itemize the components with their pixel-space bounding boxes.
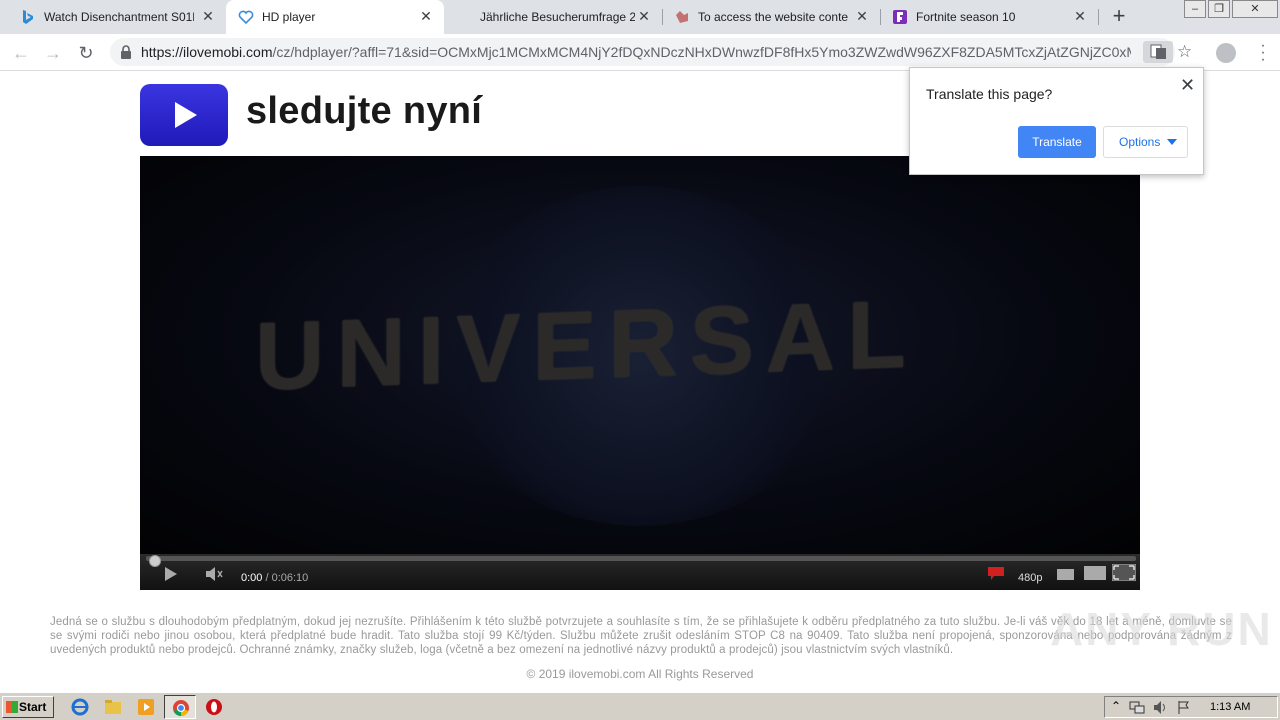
address-bar[interactable]: https://ilovemobi.com/cz/hdplayer/?affl=… bbox=[110, 38, 1175, 66]
close-tab-icon[interactable]: ✕ bbox=[200, 8, 216, 24]
browser-toolbar: ← → ↻ https://ilovemobi.com/cz/hdplayer/… bbox=[0, 34, 1280, 71]
progress-handle[interactable] bbox=[149, 555, 161, 567]
tab-title: Fortnite season 10 bbox=[916, 10, 1016, 24]
caret-down-icon bbox=[1167, 139, 1177, 145]
tab-besucherumfrage[interactable]: Jährliche Besucherumfrage 2019 ✕ bbox=[444, 0, 662, 34]
video-frame[interactable]: UNIVERSAL bbox=[140, 156, 1140, 554]
page-headline: sledujte nyní bbox=[246, 90, 483, 132]
close-tab-icon[interactable]: ✕ bbox=[1072, 8, 1088, 24]
internet-explorer-icon[interactable] bbox=[71, 698, 89, 716]
network-icon[interactable] bbox=[1129, 700, 1145, 715]
windows-flag-icon bbox=[6, 701, 18, 713]
system-clock[interactable]: 1:13 AM bbox=[1210, 701, 1250, 713]
tab-separator bbox=[1098, 9, 1099, 25]
video-brand-text: UNIVERSAL bbox=[255, 280, 918, 411]
fullscreen-icon[interactable] bbox=[1111, 563, 1137, 584]
close-tab-icon[interactable]: ✕ bbox=[854, 8, 870, 24]
translate-icon[interactable] bbox=[1143, 41, 1173, 63]
captions-icon[interactable] bbox=[988, 567, 1004, 583]
forward-button[interactable]: → bbox=[40, 40, 66, 66]
reload-button[interactable]: ↻ bbox=[73, 40, 99, 66]
opera-icon[interactable] bbox=[205, 698, 223, 716]
bookmark-star-icon[interactable]: ☆ bbox=[1177, 42, 1192, 62]
new-tab-button[interactable]: + bbox=[1108, 5, 1130, 28]
translate-button[interactable]: Translate bbox=[1018, 126, 1096, 158]
anyrun-watermark: ANY RUN bbox=[1050, 603, 1273, 655]
tab-hd-player[interactable]: HD player ✕ bbox=[226, 0, 444, 34]
tab-disenchantment[interactable]: Watch Disenchantment S01E11 ✕ bbox=[0, 0, 226, 34]
translate-question: Translate this page? bbox=[926, 86, 1053, 102]
minimize-button[interactable]: – bbox=[1184, 0, 1206, 18]
url-path: /cz/hdplayer/?affl=71&sid=OCMxMjc1MCMxMC… bbox=[272, 44, 1132, 60]
small-player-icon[interactable] bbox=[1057, 568, 1074, 583]
bing-icon bbox=[23, 10, 33, 24]
time-display: 0:00 / 0:06:10 bbox=[241, 572, 308, 584]
tab-title: Jährliche Besucherumfrage 2019 bbox=[480, 10, 635, 24]
media-player-icon[interactable] bbox=[137, 698, 155, 716]
fortnite-icon bbox=[893, 10, 907, 24]
puzzle-icon bbox=[676, 11, 688, 23]
tab-title: To access the website content, bbox=[698, 10, 848, 24]
heart-icon bbox=[238, 10, 254, 25]
play-icon[interactable] bbox=[164, 567, 178, 584]
maximize-button[interactable]: ❐ bbox=[1208, 0, 1230, 18]
total-time: 0:06:10 bbox=[271, 572, 309, 584]
action-center-flag-icon[interactable] bbox=[1177, 700, 1191, 715]
system-tray: ⌃ bbox=[1104, 696, 1278, 718]
translate-popup: Translate this page? ✕ Translate Options bbox=[909, 67, 1204, 175]
tab-website-content[interactable]: To access the website content, ✕ bbox=[662, 0, 880, 34]
window-close-button[interactable]: ✕ bbox=[1232, 0, 1278, 18]
folder-icon[interactable] bbox=[104, 698, 122, 716]
options-dropdown[interactable]: Options bbox=[1103, 126, 1188, 158]
quality-selector[interactable]: 480p bbox=[1018, 572, 1042, 584]
tab-title: Watch Disenchantment S01E11 bbox=[44, 10, 194, 24]
url-text: https://ilovemobi.com/cz/hdplayer/?affl=… bbox=[141, 44, 1131, 60]
player-controls: 0:00 / 0:06:10 480p bbox=[140, 554, 1140, 590]
speaker-icon[interactable] bbox=[1153, 700, 1169, 715]
play-logo-icon bbox=[140, 84, 228, 146]
current-time: 0:00 bbox=[241, 572, 263, 584]
tray-expand-icon[interactable]: ⌃ bbox=[1111, 699, 1121, 713]
start-button[interactable]: Start bbox=[2, 696, 54, 718]
tab-fortnite[interactable]: Fortnite season 10 ✕ bbox=[880, 0, 1098, 34]
close-tab-icon[interactable]: ✕ bbox=[636, 8, 652, 24]
options-label: Options bbox=[1119, 135, 1161, 149]
copyright-text: © 2019 ilovemobi.com All Rights Reserved bbox=[526, 667, 754, 681]
time-separator: / bbox=[262, 572, 272, 584]
profile-avatar-icon[interactable] bbox=[1216, 43, 1236, 63]
url-host: https://ilovemobi.com bbox=[141, 44, 273, 60]
volume-icon[interactable] bbox=[206, 567, 224, 584]
windows-taskbar: Start ⌃ 1:13 AM bbox=[0, 692, 1280, 720]
video-player[interactable]: UNIVERSAL 0:00 / 0:06:10 480p bbox=[140, 156, 1140, 590]
tab-title: HD player bbox=[262, 10, 316, 24]
back-button[interactable]: ← bbox=[8, 40, 34, 66]
large-player-icon[interactable] bbox=[1084, 566, 1106, 583]
close-popup-icon[interactable]: ✕ bbox=[1180, 75, 1195, 96]
progress-bar[interactable] bbox=[146, 555, 1136, 567]
browser-menu-icon[interactable]: · · · bbox=[1253, 38, 1273, 68]
tab-strip: Watch Disenchantment S01E11 ✕ HD player … bbox=[0, 0, 1280, 34]
close-tab-icon[interactable]: ✕ bbox=[418, 8, 434, 24]
chrome-icon bbox=[173, 700, 189, 717]
chrome-taskbar-button[interactable] bbox=[164, 695, 196, 719]
start-label: Start bbox=[19, 700, 47, 714]
lock-icon bbox=[121, 45, 131, 59]
